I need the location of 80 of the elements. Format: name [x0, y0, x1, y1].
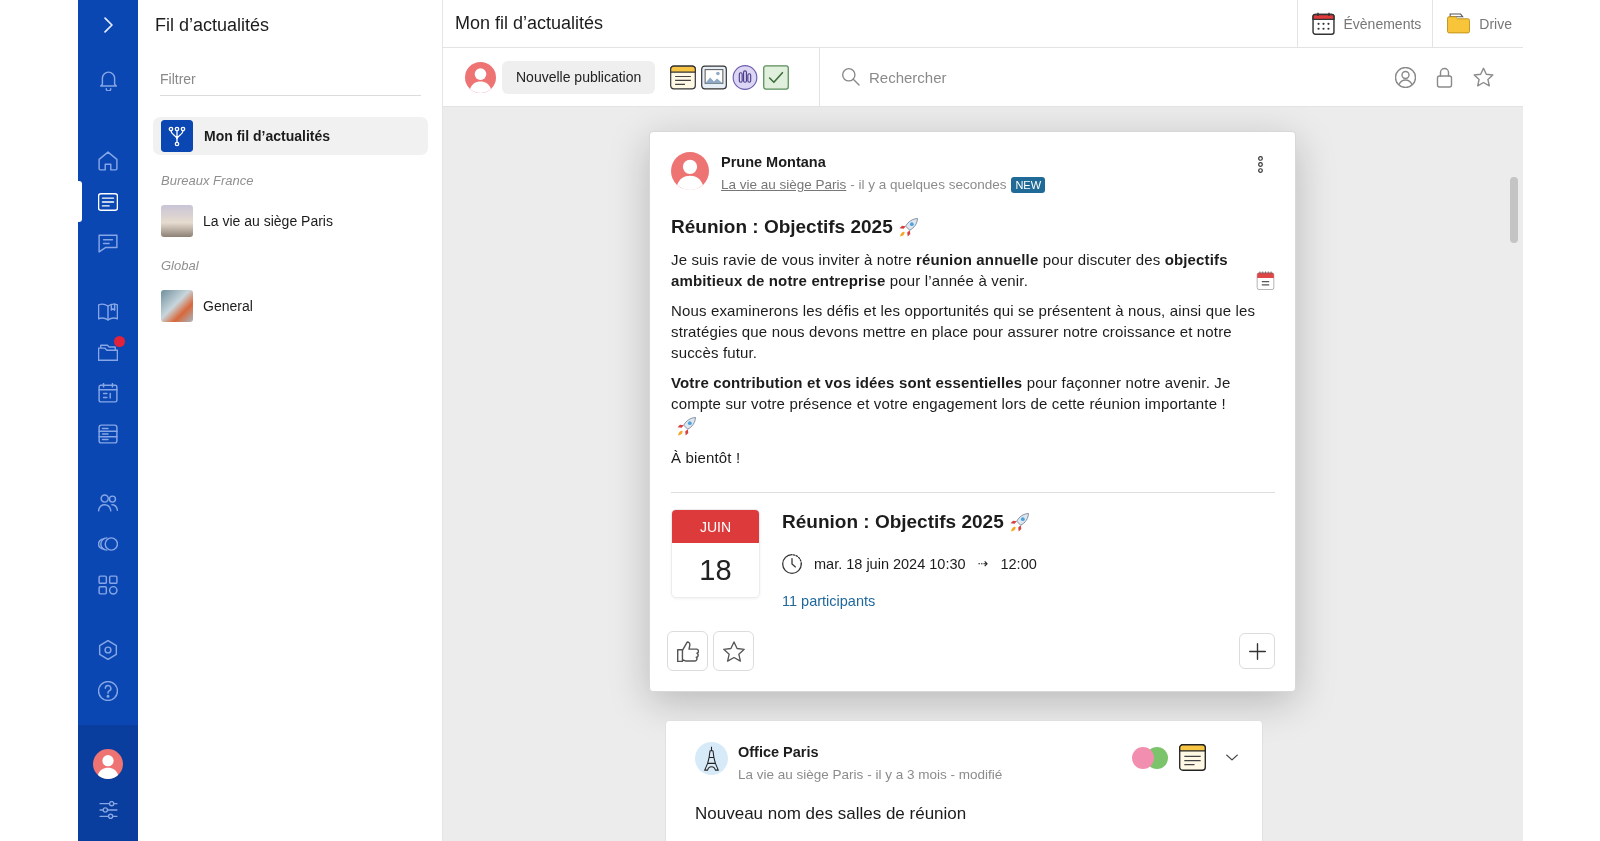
chat-icon [98, 232, 118, 253]
post-title: Réunion : Objectifs 2025 [671, 215, 893, 239]
folder-button[interactable]: Drive [1432, 0, 1523, 47]
home-icon [98, 150, 118, 171]
post-paragraph: Votre contribution et vos idées sont essentielles pour façonner notre avenir. Je compte sur votre présence et votre engagement lors de cette réunion importante ! [671, 373, 1232, 414]
member-dot-icon [1132, 746, 1154, 769]
post-title: Nouveau nom des salles de réunion [695, 803, 967, 825]
rocket-icon [898, 217, 918, 237]
channel-list-item[interactable]: La vie au siège Paris [153, 202, 428, 240]
post-paragraph: Nous examinerons les défis et les opportunités qui se présentent à nous, ainsi que les stratégies que nous devons mettre en place pour assurer notre croissance et notre succès futur. [671, 301, 1257, 363]
author-name: Prune Montana [721, 153, 826, 172]
post-paragraph: Je suis ravie de vous inviter à notre réunion annuelle pour discuter des objectifs ambitieux de notre entreprise pour l’année à venir. [671, 250, 1229, 291]
event-day: 18 [672, 543, 759, 597]
poll-icon[interactable] [732, 64, 759, 90]
favorite-button[interactable] [713, 631, 754, 671]
image-post-icon[interactable] [701, 64, 728, 90]
cards-icon [98, 423, 118, 444]
settings-icon [98, 639, 118, 660]
add-button[interactable] [1239, 633, 1275, 669]
search-icon [842, 68, 860, 86]
calendar-button[interactable]: Évènements [1296, 0, 1433, 47]
time-arrow: ⇢ [977, 555, 989, 573]
chevron-right-icon [103, 17, 113, 33]
profile-button[interactable] [93, 749, 123, 779]
post-time: - il y a quelques secondes [850, 176, 1007, 194]
rocket-icon [1009, 512, 1029, 532]
post-paragraph: À bientôt ! [671, 448, 741, 468]
event-end: 12:00 [1000, 555, 1037, 574]
page-title: Mon fil d’actualités [455, 13, 604, 34]
branch-icon [161, 120, 193, 152]
task-icon[interactable] [763, 64, 790, 90]
user-avatar-icon [465, 61, 496, 93]
scrollbar-thumb[interactable] [1510, 177, 1518, 243]
star-icon [722, 640, 745, 662]
author-name: Office Paris [738, 743, 819, 762]
feed-list-item[interactable]: Mon fil d’actualités [153, 117, 428, 155]
event-start: mar. 18 juin 2024 10:30 [814, 555, 966, 574]
thumbs-up-icon [676, 640, 699, 662]
filter-field[interactable]: Filtrer [160, 62, 421, 96]
user-avatar-icon [671, 152, 709, 190]
news-icon [98, 191, 118, 212]
people-icon [98, 492, 118, 513]
help-icon [98, 680, 118, 701]
text-post-icon[interactable] [670, 64, 697, 90]
apps-icon [98, 574, 118, 595]
preferences-button[interactable] [98, 801, 118, 819]
group-heading: Global [161, 257, 199, 275]
event-title: Réunion : Objectifs 2025 [782, 510, 1004, 534]
photo-placeholder [161, 205, 193, 237]
new-badge: NEW [1011, 177, 1046, 193]
like-button[interactable] [667, 631, 708, 671]
user-avatar-icon [93, 749, 123, 779]
rocket-icon [677, 417, 696, 436]
channel-list-item[interactable]: General [153, 287, 428, 325]
photo-placeholder [161, 290, 193, 322]
channel-link[interactable]: La vie au siège Paris [721, 175, 847, 195]
clock-icon [782, 554, 802, 574]
new-post-button[interactable]: Nouvelle publication [502, 60, 656, 94]
calendar-emoji-icon [1256, 271, 1275, 290]
panel-title: Fil d’actualités [155, 14, 270, 37]
sliders-icon [98, 801, 118, 819]
event-month: JUIN [672, 510, 759, 543]
bell-icon [99, 70, 117, 91]
more-icon[interactable] [1258, 156, 1263, 173]
calendar-icon [1311, 12, 1335, 35]
user-filter-icon[interactable] [1395, 66, 1416, 88]
plus-icon [1248, 642, 1266, 660]
tower-icon [695, 742, 728, 775]
search-field[interactable]: Rechercher [869, 65, 1169, 89]
folder-icon [1447, 12, 1471, 35]
participants-link[interactable]: 11 participants [782, 591, 876, 611]
post-time: - il y a 3 mois - modifié [867, 766, 1003, 784]
text-post-icon [1179, 744, 1206, 771]
channel-name: La vie au siège Paris [738, 766, 864, 784]
calendar-icon [98, 382, 118, 403]
star-filter-icon[interactable] [1473, 66, 1494, 88]
lock-filter-icon[interactable] [1434, 66, 1455, 88]
chevron-down-icon[interactable] [1226, 754, 1238, 761]
book-icon [98, 300, 118, 321]
group-heading: Bureaux France [161, 172, 254, 190]
